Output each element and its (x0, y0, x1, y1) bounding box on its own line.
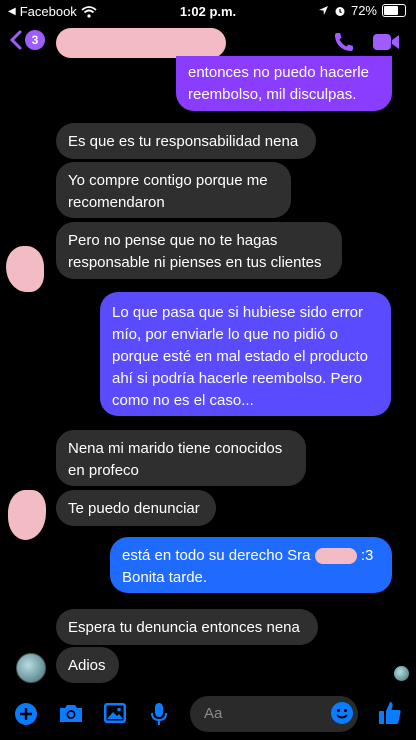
message-bubble-incoming[interactable]: Espera tu denuncia entonces nena (56, 609, 318, 645)
message-bubble-outgoing[interactable]: entonces no puedo hacerle reembolso, mil… (176, 56, 392, 111)
back-chevron-icon (10, 30, 22, 50)
message-text: Nena mi marido tiene conocidos en profec… (68, 440, 283, 479)
message-bubble-incoming[interactable]: Nena mi marido tiene conocidos en profec… (56, 430, 306, 486)
message-bubble-outgoing[interactable]: Lo que pasa que si hubiese sido error mí… (100, 292, 391, 416)
battery-icon (382, 4, 406, 17)
contact-avatar-redacted (8, 490, 46, 540)
camera-icon[interactable] (58, 702, 84, 724)
battery-fill (384, 6, 399, 15)
seen-receipt-avatar (394, 666, 409, 681)
message-text: está en todo su derecho Sra (122, 547, 311, 564)
phone-icon[interactable] (332, 30, 356, 54)
plus-icon[interactable] (14, 702, 38, 726)
battery-percent: 72% (350, 3, 377, 18)
mic-icon[interactable] (150, 702, 168, 726)
unread-badge: 3 (25, 30, 45, 50)
video-icon[interactable] (372, 32, 400, 52)
message-bubble-incoming[interactable]: Te puedo denunciar (56, 490, 216, 526)
message-text: Espera tu denuncia entonces nena (68, 619, 300, 636)
message-input-placeholder: Aa (204, 705, 223, 722)
message-bubble-incoming[interactable]: Pero no pense que no te hagas responsabl… (56, 222, 342, 279)
contact-name-redaction[interactable] (56, 28, 226, 58)
message-bubble-incoming[interactable]: Es que es tu responsabilidad nena (56, 123, 316, 159)
name-redaction (314, 548, 357, 565)
message-text: Yo compre contigo porque me recomendaron (68, 172, 268, 211)
message-text: Bonita tarde. (122, 569, 208, 586)
status-bar: ◀ Facebook 1:02 p.m. 72% (0, 0, 416, 22)
back-button[interactable]: 3 (10, 30, 45, 50)
gallery-icon[interactable] (103, 702, 127, 724)
message-text: entonces no puedo hacerle reembolso, mil… (188, 64, 369, 103)
message-text: Es que es tu responsabilidad nena (68, 133, 299, 150)
contact-avatar (16, 653, 46, 683)
message-text: Te puedo denunciar (68, 500, 200, 517)
alarm-icon (335, 6, 345, 16)
message-bubble-incoming[interactable]: Adios (56, 647, 119, 683)
message-text: Pero no pense que no te hagas responsabl… (68, 232, 322, 271)
message-bubble-outgoing[interactable]: está en todo su derecho Sra :3 Bonita ta… (110, 537, 392, 593)
message-text: Adios (68, 657, 106, 674)
like-icon[interactable] (378, 700, 402, 726)
location-icon (318, 6, 328, 15)
composer-bar: Aa (0, 688, 416, 740)
message-bubble-incoming[interactable]: Yo compre contigo porque me recomendaron (56, 162, 291, 218)
message-text: :3 (360, 547, 374, 564)
contact-avatar-redacted (6, 246, 44, 292)
message-text: Lo que pasa que si hubiese sido error mí… (112, 304, 369, 409)
emoji-icon[interactable] (330, 701, 354, 725)
